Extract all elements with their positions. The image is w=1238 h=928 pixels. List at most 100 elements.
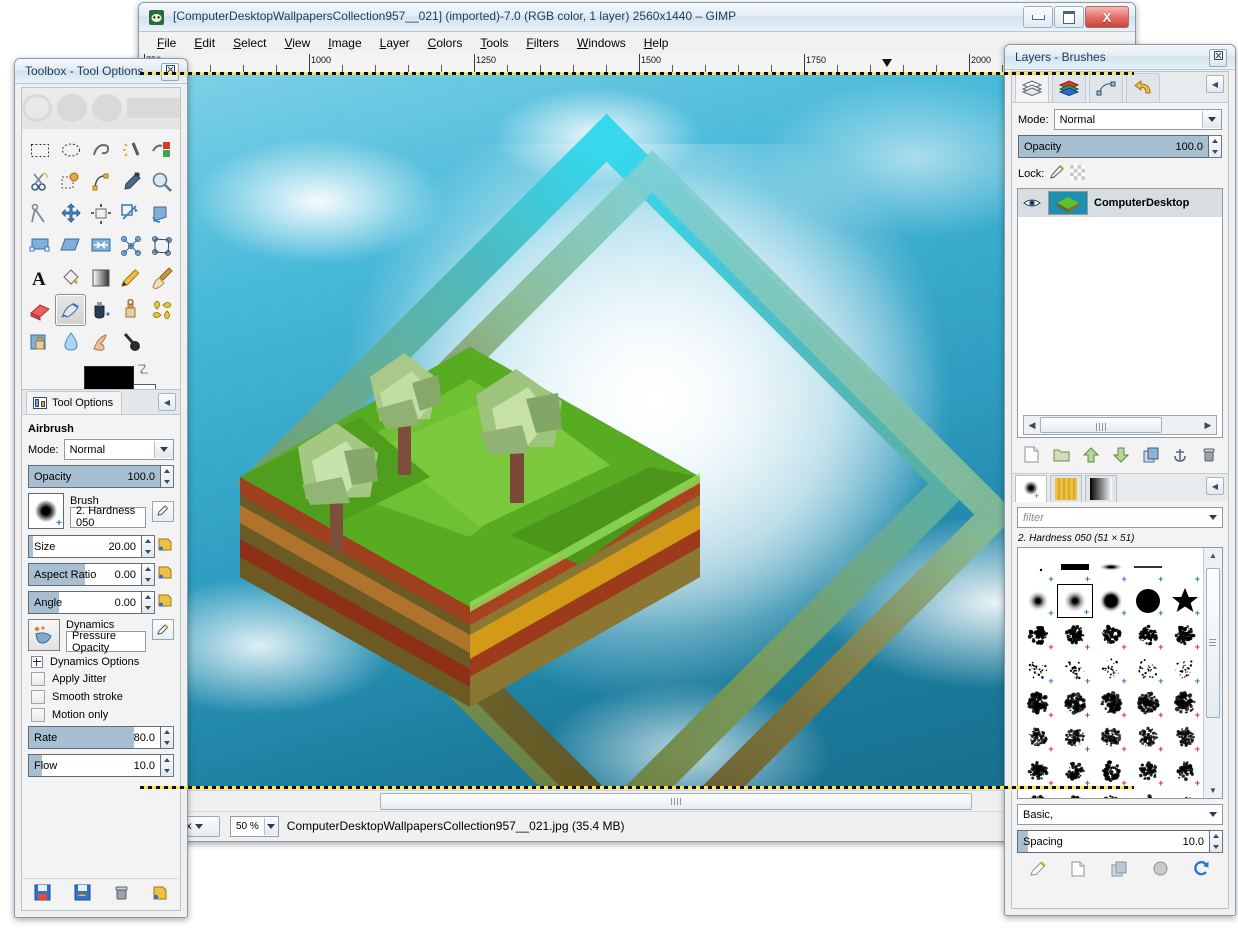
size-slider[interactable]: Size 20.00: [28, 535, 142, 558]
angle-slider[interactable]: Angle 0.00: [28, 591, 142, 614]
layers-dock-close-button[interactable]: [1209, 49, 1227, 67]
smudge-tool[interactable]: [86, 326, 116, 358]
brush-cell[interactable]: +: [1130, 754, 1167, 788]
brush-cell[interactable]: +: [1093, 618, 1130, 652]
brush-cell[interactable]: +: [1057, 754, 1094, 788]
tab-layers[interactable]: [1015, 73, 1049, 102]
zoom-dropdown-button[interactable]: [263, 817, 278, 835]
bucket-fill-tool[interactable]: [55, 262, 85, 294]
tab-patterns[interactable]: [1050, 475, 1082, 502]
menu-help[interactable]: Help: [636, 34, 677, 52]
menu-tools[interactable]: Tools: [472, 34, 516, 52]
motion-only-checkbox[interactable]: Motion only: [31, 708, 174, 722]
spacing-stepper[interactable]: [1210, 830, 1223, 853]
tab-brushes[interactable]: +: [1015, 475, 1047, 502]
brush-cell[interactable]: +: [1130, 584, 1167, 618]
reset-aspect-button[interactable]: [155, 563, 174, 582]
ink-tool[interactable]: [86, 294, 116, 326]
flip-tool[interactable]: [116, 230, 146, 262]
brush-cell[interactable]: +: [1093, 686, 1130, 720]
eraser-tool[interactable]: [25, 294, 55, 326]
brush-cell[interactable]: +: [1057, 652, 1094, 686]
reset-tool-options-button[interactable]: [152, 885, 168, 904]
delete-tool-options-button[interactable]: [114, 885, 129, 904]
swap-colors-icon[interactable]: [136, 362, 150, 376]
foreground-select-tool[interactable]: [55, 166, 85, 198]
brush-cell[interactable]: +: [1130, 686, 1167, 720]
clone-tool[interactable]: [116, 294, 146, 326]
new-layer-group-button[interactable]: [1053, 447, 1070, 465]
dynamics-value[interactable]: Pressure Opacity: [66, 630, 146, 654]
table-row[interactable]: ComputerDesktop: [1018, 189, 1222, 217]
duplicate-layer-button[interactable]: [1143, 447, 1159, 466]
menu-colors[interactable]: Colors: [420, 34, 471, 52]
tab-paths[interactable]: [1089, 73, 1123, 102]
menu-layer[interactable]: Layer: [372, 34, 418, 52]
paintbrush-tool[interactable]: [147, 262, 177, 294]
chevron-down-icon[interactable]: [1209, 812, 1217, 817]
dynamics-options-expander[interactable]: Dynamics Options: [31, 656, 174, 668]
scissors-select-tool[interactable]: [25, 166, 55, 198]
layer-list-hscrollbar[interactable]: ◀ ▶: [1023, 415, 1217, 435]
brush-cell[interactable]: +: [1057, 618, 1094, 652]
brush-cell[interactable]: +: [1130, 720, 1167, 754]
heal-tool[interactable]: [147, 294, 177, 326]
gradient-tool[interactable]: [86, 262, 116, 294]
save-tool-options-button[interactable]: [34, 884, 51, 904]
color-picker-tool[interactable]: [116, 166, 146, 198]
scroll-right-icon[interactable]: ▶: [1200, 420, 1216, 431]
layer-mode-select[interactable]: Normal: [1053, 109, 1222, 130]
menu-file[interactable]: File: [149, 34, 184, 52]
brush-cell[interactable]: +: [1020, 754, 1057, 788]
aspect-stepper[interactable]: [142, 563, 155, 586]
brush-grid-vscrollbar[interactable]: ▲ ▼: [1203, 548, 1222, 798]
flow-slider[interactable]: Flow 10.0: [28, 754, 161, 777]
brush-cell[interactable]: +: [1057, 720, 1094, 754]
tool-options-dock-menu-button[interactable]: ◀: [158, 393, 176, 411]
brush-cell[interactable]: +: [1056, 584, 1094, 618]
mode-select[interactable]: Normal: [63, 439, 174, 460]
brush-cell[interactable]: +: [1057, 788, 1094, 798]
image-canvas[interactable]: [140, 72, 1134, 789]
refresh-brushes-button[interactable]: [1193, 860, 1210, 880]
align-tool[interactable]: [86, 198, 116, 230]
free-select-tool[interactable]: [86, 134, 116, 166]
brush-cell[interactable]: +: [1093, 788, 1130, 798]
brush-cell[interactable]: +: [1130, 788, 1167, 798]
dodge-burn-tool[interactable]: [116, 326, 146, 358]
brushes-dock-menu-button[interactable]: ◀: [1206, 477, 1224, 495]
lock-pixels-icon[interactable]: [1049, 164, 1065, 183]
brush-cell[interactable]: +: [1020, 550, 1057, 584]
dynamics-preview[interactable]: [28, 619, 60, 651]
anchor-layer-button[interactable]: [1172, 447, 1188, 466]
brush-cell[interactable]: +: [1020, 652, 1057, 686]
brush-vscroll-thumb[interactable]: [1206, 568, 1220, 718]
menu-view[interactable]: View: [276, 34, 318, 52]
scroll-left-icon[interactable]: ◀: [1024, 420, 1040, 431]
brush-cell[interactable]: +: [1020, 788, 1057, 798]
paths-tool[interactable]: [86, 166, 116, 198]
brush-cell[interactable]: +: [1093, 652, 1130, 686]
brush-cell[interactable]: +: [1166, 754, 1203, 788]
select-by-color-tool[interactable]: [147, 134, 177, 166]
brush-cell[interactable]: +: [1020, 584, 1057, 618]
raise-layer-button[interactable]: [1083, 446, 1100, 466]
brush-preview[interactable]: +: [28, 493, 64, 529]
tab-undo-history[interactable]: [1126, 73, 1160, 102]
scale-tool[interactable]: [25, 230, 55, 262]
delete-brush-button[interactable]: [1153, 861, 1168, 879]
menu-image[interactable]: Image: [320, 34, 369, 52]
brush-cell[interactable]: +: [1166, 550, 1203, 584]
brush-filter-input[interactable]: filter: [1017, 507, 1223, 528]
menu-select[interactable]: Select: [225, 34, 274, 52]
smooth-stroke-checkbox[interactable]: Smooth stroke: [31, 690, 174, 704]
new-layer-button[interactable]: [1024, 446, 1039, 466]
measure-tool[interactable]: [25, 198, 55, 230]
perspective-tool[interactable]: [86, 230, 116, 262]
brush-cell[interactable]: +: [1166, 720, 1203, 754]
layer-hscroll-thumb[interactable]: [1040, 417, 1162, 433]
new-brush-button[interactable]: [1071, 861, 1085, 880]
brush-value[interactable]: 2. Hardness 050: [70, 505, 146, 529]
zoom-selector[interactable]: 50 %: [230, 815, 279, 837]
move-tool[interactable]: [55, 198, 85, 230]
